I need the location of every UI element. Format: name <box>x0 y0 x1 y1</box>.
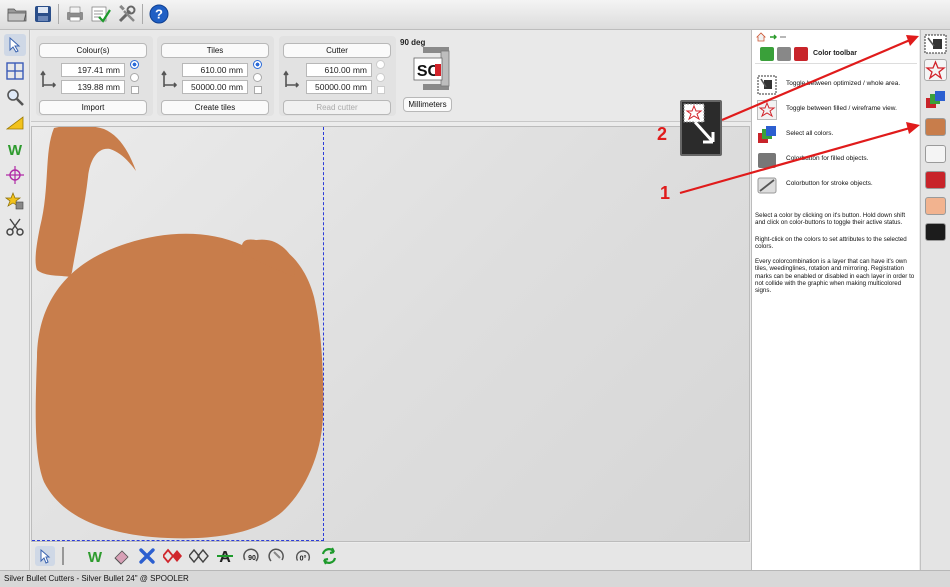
tiles-height-field[interactable]: 50000.00 mm <box>182 80 248 94</box>
select-all-colors-button[interactable] <box>924 90 947 110</box>
drawing-canvas[interactable] <box>31 126 750 542</box>
annotation-label-2: 2 <box>657 124 668 144</box>
color-swatch-black[interactable] <box>925 223 946 241</box>
help-icon[interactable]: ? <box>148 3 170 25</box>
color-swatch-red[interactable] <box>925 171 946 189</box>
help-header: Color toolbar <box>755 44 917 64</box>
help-row-select-all: Select all colors. <box>757 125 917 147</box>
svg-text:?: ? <box>155 7 163 22</box>
tools-icon[interactable] <box>116 3 138 25</box>
help-paragraph-1: Select a color by clicking on it's butto… <box>755 212 906 227</box>
colours-header-button[interactable]: Colour(s) <box>39 43 147 58</box>
select-all-colors-icon <box>758 126 776 143</box>
tiles-group: Tiles 610.00 mm 50000.00 mm Create tiles <box>157 36 274 116</box>
diamond-red-icon[interactable] <box>163 546 183 566</box>
toggle-area-icon <box>757 75 777 95</box>
tiles-radio-1[interactable] <box>253 60 262 69</box>
help-nav <box>756 32 916 42</box>
color-swatch-peach[interactable] <box>925 197 946 215</box>
open-folder-icon[interactable] <box>6 3 28 25</box>
colours-width-field[interactable]: 197.41 mm <box>61 63 125 77</box>
help-row-toggle-area: Toggle between optimized / whole area. <box>757 75 917 97</box>
scissors-icon[interactable] <box>4 216 26 238</box>
help-row-toggle-fill: Toggle between filled / wireframe view. <box>757 100 917 122</box>
colours-radio-1[interactable] <box>130 60 139 69</box>
help-panel: Color toolbar Toggle between optimized /… <box>751 30 919 570</box>
weed-icon[interactable]: W <box>85 546 105 566</box>
stroke-color-button-icon <box>757 177 777 194</box>
status-bar: Silver Bullet Cutters - Silver Bullet 24… <box>0 570 950 587</box>
read-cutter-button[interactable]: Read cutter <box>283 100 391 115</box>
diamond-outline-icon[interactable] <box>189 546 209 566</box>
import-button[interactable]: Import <box>39 100 147 115</box>
cutter-header-button[interactable]: Cutter <box>283 43 391 58</box>
tiles-width-field[interactable]: 610.00 mm <box>182 63 248 77</box>
star-tool-icon[interactable] <box>4 190 26 212</box>
colours-radio-2[interactable] <box>130 73 139 82</box>
colours-checkbox[interactable] <box>131 86 139 94</box>
eraser-icon[interactable] <box>111 546 131 566</box>
rotate-ccw-icon[interactable] <box>267 546 287 566</box>
star-outline-icon <box>757 100 777 120</box>
left-toolbar: W <box>0 30 30 570</box>
zoom-icon[interactable] <box>4 86 26 108</box>
cutter-radio-1[interactable] <box>376 60 385 69</box>
grid-icon[interactable] <box>4 60 26 82</box>
help-row-stroke-button: Colorbutton for stroke objects. <box>757 175 917 197</box>
pointer-icon[interactable] <box>35 546 55 566</box>
color-swatch-orange[interactable] <box>925 118 946 136</box>
select-arrow-icon[interactable] <box>4 34 26 56</box>
color-toolbar <box>920 30 950 570</box>
print-icon[interactable] <box>64 3 86 25</box>
eraser-icon[interactable] <box>4 112 26 134</box>
dimensions-axis-icon <box>283 70 299 88</box>
save-icon[interactable] <box>32 3 54 25</box>
checklist-icon[interactable] <box>90 3 112 25</box>
color-swatch-white[interactable] <box>925 145 946 163</box>
dimensions-axis-icon <box>40 70 56 88</box>
refresh-icon[interactable] <box>319 546 339 566</box>
help-row-fill-button: Colorbutton for filled objects. <box>757 150 917 172</box>
cutter-radio-2[interactable] <box>376 73 385 82</box>
toolbar-divider <box>61 546 65 566</box>
cutter-width-field[interactable]: 610.00 mm <box>306 63 372 77</box>
zoomed-callout-icon <box>680 100 722 156</box>
registration-target-icon[interactable] <box>4 164 26 186</box>
rotate-0-icon[interactable]: 0° <box>293 546 313 566</box>
help-paragraph-3: Every colorcombination is a layer that c… <box>755 258 915 295</box>
weed-icon[interactable]: W <box>4 138 26 160</box>
bottom-toolbar: W A 90 0° <box>31 543 751 570</box>
help-paragraph-2: Right-click on the colors to set attribu… <box>755 236 907 251</box>
top-toolbar: ? <box>0 0 950 30</box>
wireframe-toggle-button[interactable] <box>924 59 947 81</box>
dimensions-axis-icon <box>161 70 177 88</box>
tiles-checkbox[interactable] <box>254 86 262 94</box>
svg-text:W: W <box>8 142 23 158</box>
text-strike-icon[interactable]: A <box>215 546 235 566</box>
svg-text:90: 90 <box>248 555 256 562</box>
rotate-90-icon[interactable]: 90 <box>241 546 261 566</box>
cutter-height-field[interactable]: 50000.00 mm <box>306 80 372 94</box>
artwork-shape[interactable] <box>32 127 751 543</box>
annotation-label-1: 1 <box>660 183 671 203</box>
cutter-checkbox[interactable] <box>377 86 385 94</box>
cutter-logo-icon[interactable]: SC <box>411 46 453 92</box>
delete-x-icon[interactable] <box>137 546 157 566</box>
fill-color-button-icon <box>758 153 776 168</box>
svg-text:W: W <box>88 549 103 565</box>
svg-text:0°: 0° <box>300 554 307 563</box>
cutter-group: Cutter 610.00 mm 50000.00 mm Read cutter <box>279 36 396 116</box>
help-title: Color toolbar <box>813 50 857 57</box>
create-tiles-button[interactable]: Create tiles <box>161 100 269 115</box>
options-panel: Colour(s) 197.41 mm 139.88 mm Import Til… <box>31 30 751 122</box>
millimeters-button[interactable]: Millimeters <box>403 97 452 112</box>
colours-height-field[interactable]: 139.88 mm <box>61 80 125 94</box>
tiles-header-button[interactable]: Tiles <box>161 43 269 58</box>
tiles-radio-2[interactable] <box>253 73 262 82</box>
toggle-area-button[interactable] <box>924 34 947 54</box>
colours-group: Colour(s) 197.41 mm 139.88 mm Import <box>36 36 153 116</box>
color-buttons-icon <box>760 47 808 61</box>
